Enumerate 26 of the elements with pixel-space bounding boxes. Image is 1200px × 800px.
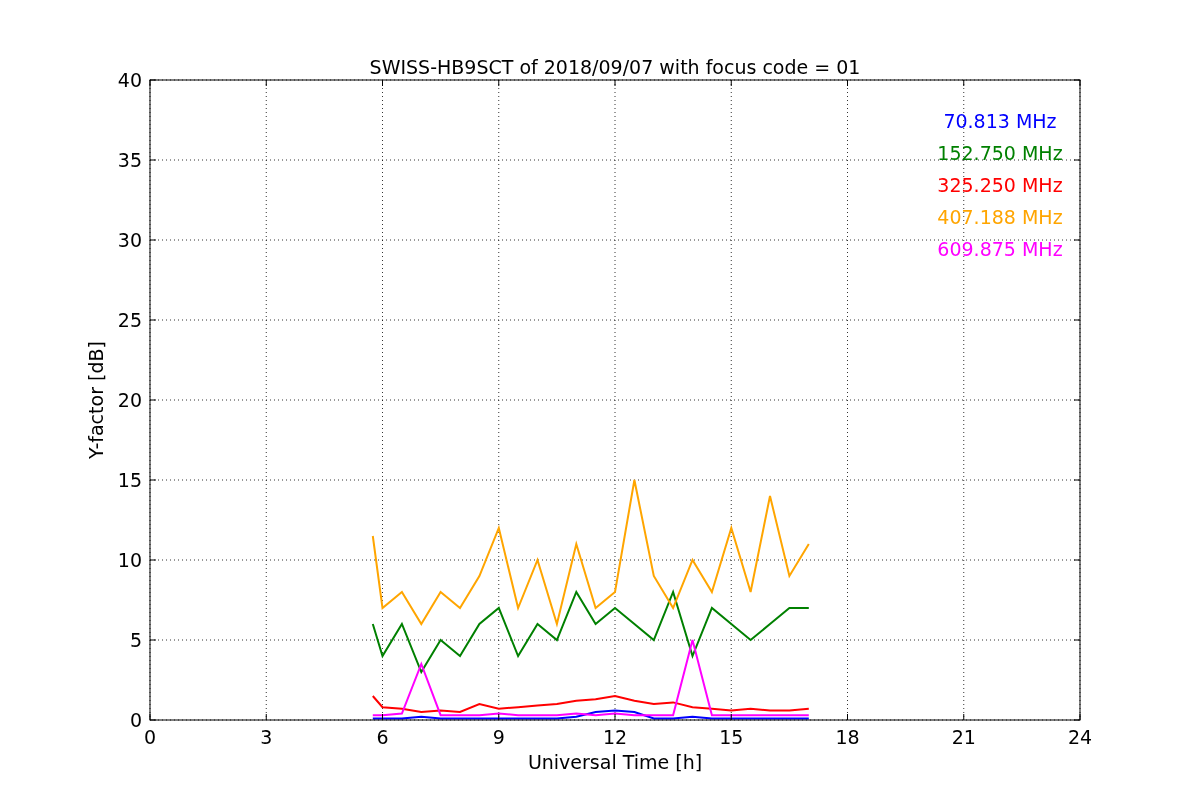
y-tick-label: 25 [117,309,142,331]
y-tick-label: 15 [117,469,142,491]
x-tick-label: 9 [492,726,505,748]
x-axis-label: Universal Time [h] [527,751,703,773]
y-axis-label: Y-factor [dB] [85,341,107,459]
chart-title: SWISS-HB9SCT of 2018/09/07 with focus code = 01 [369,56,861,78]
y-tick-label: 30 [117,229,142,251]
x-tick-label: 0 [143,726,157,748]
x-tick-label: 24 [1067,726,1093,748]
y-tick-label: 10 [117,549,142,571]
y-tick-label: 20 [117,389,142,411]
legend-label: 325.250 MHz [937,174,1063,196]
y-tick-label: 0 [129,709,142,731]
x-tick-label: 18 [835,726,860,748]
x-tick-label: 6 [376,726,389,748]
x-tick-label: 12 [602,726,628,748]
legend-label: 609.875 MHz [937,238,1063,260]
x-tick-label: 3 [260,726,273,748]
y-tick-label: 35 [117,149,142,171]
y-tick-label: 5 [129,629,142,651]
x-tick-label: 15 [719,726,744,748]
x-tick-label: 21 [951,726,976,748]
legend-label: 407.188 MHz [937,206,1063,228]
y-tick-label: 40 [117,69,142,91]
legend-label: 152.750 MHz [937,142,1063,164]
legend-label: 70.813 MHz [943,110,1057,132]
